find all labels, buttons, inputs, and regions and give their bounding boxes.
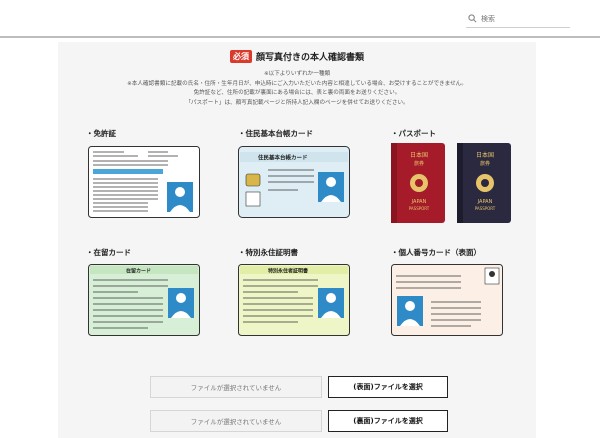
doc-label-residence-card: ・在留カード xyxy=(86,248,131,257)
residence-card-title: 在留カード xyxy=(126,268,151,275)
doc-label-juki-card: ・住民基本台帳カード xyxy=(238,129,313,138)
passport-doc-navy: 旅券 xyxy=(480,160,490,167)
passport-doc-red: 旅券 xyxy=(414,160,424,167)
passport-image: 日本国 旅券 JAPAN PASSPORT 日本国 旅券 JAPAN PASSP… xyxy=(391,143,511,223)
passport-en-navy: JAPAN xyxy=(477,199,493,205)
note-line: ※以下よりいずれか一種類 xyxy=(263,71,331,77)
doc-label-passport: ・パスポート xyxy=(391,129,436,138)
residence-card-image: 在留カード xyxy=(88,264,200,336)
top-bar xyxy=(0,0,600,38)
section-notes: ※以下よりいずれか一種類 ※本人確認書類に記載の氏名・住所・生年月日が、申込時に… xyxy=(58,70,536,108)
drivers-license-image xyxy=(88,146,200,218)
special-resident-card-image: 特別永住者証明書 xyxy=(238,264,350,336)
juki-card-title: 住民基本台帳カード xyxy=(258,154,308,162)
special-resident-card-title: 特別永住者証明書 xyxy=(268,268,308,275)
note-line: 「パスポート」は、顔写真記載ページと所持人記入欄のページを併せてお送りください。 xyxy=(185,99,409,106)
passport-doc-en-red: PASSPORT xyxy=(409,206,430,211)
front-file-select-button[interactable]: (表面)ファイルを選択 xyxy=(328,376,448,398)
juki-card-image: 住民基本台帳カード xyxy=(238,146,350,218)
my-number-card-image xyxy=(391,264,503,336)
back-file-status: ファイルが選択されていません xyxy=(150,410,322,432)
section-header: 必須 顔写真付きの本人確認書類 xyxy=(58,50,536,63)
note-line: ※本人確認書類に記載の氏名・住所・生年月日が、申込時にご入力いただいた内容と相違… xyxy=(127,80,467,87)
passport-en-red: JAPAN xyxy=(411,199,427,205)
passport-doc-en-navy: PASSPORT xyxy=(475,206,496,211)
search-icon xyxy=(468,14,477,23)
passport-country-navy: 日本国 xyxy=(476,151,494,159)
required-badge: 必須 xyxy=(229,50,252,63)
back-file-select-button[interactable]: (裏面)ファイルを選択 xyxy=(328,410,448,432)
section-title: 顔写真付きの本人確認書類 xyxy=(255,53,364,63)
front-file-status: ファイルが選択されていません xyxy=(150,376,322,398)
note-line: 免許証など、住所の記載が裏面にある場合には、表と裏の両面をお送りください。 xyxy=(193,90,401,97)
search-input[interactable] xyxy=(481,14,561,23)
doc-label-drivers-license: ・免許証 xyxy=(86,129,116,138)
search-box[interactable] xyxy=(466,10,570,28)
doc-label-my-number: ・個人番号カード（表面） xyxy=(391,248,481,257)
doc-label-special-resident: ・特別永住証明書 xyxy=(238,248,298,257)
passport-country-red: 日本国 xyxy=(410,151,428,159)
